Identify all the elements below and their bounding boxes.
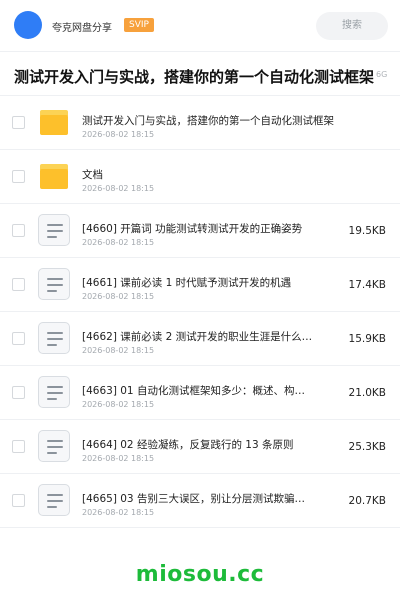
file-row[interactable]: [4663] 01 自动化测试框架知多少：概述、构成与选型 2026-08-02 … [0, 366, 400, 420]
row-checkbox[interactable] [12, 440, 25, 453]
file-row[interactable]: [4661] 课前必读 1 时代赋予测试开发的机遇 2026-08-02 18:1… [0, 258, 400, 312]
item-size: 20.7KB [348, 495, 386, 507]
item-name[interactable]: [4660] 开篇词 功能测试转测试开发的正确姿势 [82, 221, 314, 236]
item-date: 2026-08-02 18:15 [82, 508, 155, 517]
item-date: 2026-08-02 18:15 [82, 238, 155, 247]
document-icon [38, 430, 70, 462]
item-name[interactable]: 文档 [82, 167, 382, 182]
row-checkbox[interactable] [12, 224, 25, 237]
file-row[interactable]: [4665] 03 告别三大误区，别让分层测试欺骗了你 2026-08-02 18… [0, 474, 400, 528]
item-name[interactable]: [4664] 02 经验凝练，反复践行的 13 条原则 [82, 437, 314, 452]
document-icon [38, 484, 70, 516]
item-name[interactable]: 测试开发入门与实战，搭建你的第一个自动化测试框架 [82, 113, 382, 128]
row-checkbox[interactable] [12, 494, 25, 507]
top-bar: 夸克网盘分享 SVIP 搜索 [0, 0, 400, 52]
share-title-bar: 测试开发入门与实战，搭建你的第一个自动化测试框架 6G [0, 52, 400, 96]
file-row[interactable]: [4664] 02 经验凝练，反复践行的 13 条原则 2026-08-02 18… [0, 420, 400, 474]
row-checkbox[interactable] [12, 386, 25, 399]
folder-icon [40, 110, 68, 135]
document-icon [38, 376, 70, 408]
item-size: 15.9KB [348, 333, 386, 345]
item-date: 2026-08-02 18:15 [82, 454, 155, 463]
item-size: 25.3KB [348, 441, 386, 453]
item-date: 2026-08-02 18:15 [82, 184, 155, 193]
share-size: 6G [376, 70, 388, 79]
row-checkbox[interactable] [12, 278, 25, 291]
item-size: 19.5KB [348, 225, 386, 237]
document-icon [38, 268, 70, 300]
document-icon [38, 214, 70, 246]
item-date: 2026-08-02 18:15 [82, 346, 155, 355]
page-title: 测试开发入门与实战，搭建你的第一个自动化测试框架 [14, 68, 375, 86]
document-icon [38, 322, 70, 354]
item-name[interactable]: [4661] 课前必读 1 时代赋予测试开发的机遇 [82, 275, 314, 290]
svip-badge: SVIP [124, 18, 154, 32]
brand-name: 夸克网盘分享 [52, 23, 112, 34]
item-size: 17.4KB [348, 279, 386, 291]
row-checkbox[interactable] [12, 116, 25, 129]
file-row[interactable]: [4662] 课前必读 2 测试开发的职业生涯是什么样的 2026-08-02 1… [0, 312, 400, 366]
watermark: miosou.cc [135, 562, 265, 587]
folder-row[interactable]: 文档 2026-08-02 18:15 [0, 150, 400, 204]
item-date: 2026-08-02 18:15 [82, 400, 155, 409]
item-date: 2026-08-02 18:15 [82, 292, 155, 301]
folder-row[interactable]: 测试开发入门与实战，搭建你的第一个自动化测试框架 2026-08-02 18:15 [0, 96, 400, 150]
item-size: 21.0KB [348, 387, 386, 399]
file-row[interactable]: [4660] 开篇词 功能测试转测试开发的正确姿势 2026-08-02 18:1… [0, 204, 400, 258]
avatar[interactable] [14, 11, 42, 39]
search-button[interactable]: 搜索 [316, 12, 388, 40]
item-name[interactable]: [4663] 01 自动化测试框架知多少：概述、构成与选型 [82, 383, 314, 398]
item-name[interactable]: [4665] 03 告别三大误区，别让分层测试欺骗了你 [82, 491, 314, 506]
row-checkbox[interactable] [12, 332, 25, 345]
item-name[interactable]: [4662] 课前必读 2 测试开发的职业生涯是什么样的 [82, 329, 314, 344]
row-checkbox[interactable] [12, 170, 25, 183]
file-list: 测试开发入门与实战，搭建你的第一个自动化测试框架 2026-08-02 18:15… [0, 96, 400, 528]
folder-icon [40, 164, 68, 189]
item-date: 2026-08-02 18:15 [82, 130, 155, 139]
